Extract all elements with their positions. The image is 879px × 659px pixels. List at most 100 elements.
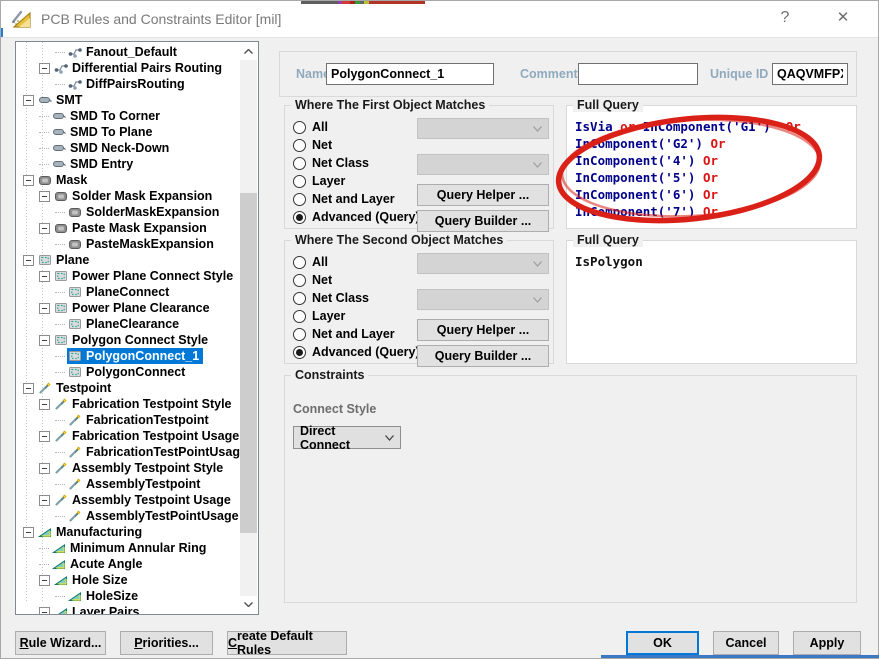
radio-layer[interactable]: Layer <box>293 307 345 325</box>
tree-item-fabrication-testpoint-usage[interactable]: Fabrication Testpoint Usage <box>17 428 240 444</box>
collapse-minus-icon[interactable] <box>23 255 34 266</box>
collapse-minus-icon[interactable] <box>39 223 50 234</box>
tree-item-acute-angle[interactable]: Acute Angle <box>17 556 240 572</box>
collapse-minus-icon[interactable] <box>39 191 50 202</box>
tree-item-fabricationtestpoint[interactable]: FabricationTestpoint <box>17 412 240 428</box>
radio-all[interactable]: All <box>293 253 328 271</box>
close-button[interactable]: ✕ <box>820 1 866 35</box>
radio-circle-icon[interactable] <box>293 139 306 152</box>
tree-item-assembly-testpoint-usage[interactable]: Assembly Testpoint Usage <box>17 492 240 508</box>
collapse-minus-icon[interactable] <box>39 463 50 474</box>
collapse-minus-icon[interactable] <box>23 383 34 394</box>
collapse-minus-icon[interactable] <box>39 431 50 442</box>
connect-style-select[interactable]: Direct Connect <box>293 426 401 449</box>
collapse-minus-icon[interactable] <box>23 175 34 186</box>
scroll-up-icon[interactable] <box>240 43 257 60</box>
tree-item-diffpairsrouting[interactable]: DiffPairsRouting <box>17 76 240 92</box>
radio-net-class[interactable]: Net Class <box>293 154 369 172</box>
tree-item-assembly-testpoint-style[interactable]: Assembly Testpoint Style <box>17 460 240 476</box>
tree-item-power-plane-connect-style[interactable]: Power Plane Connect Style <box>17 268 240 284</box>
tree-item-differential-pairs-routing[interactable]: Differential Pairs Routing <box>17 60 240 76</box>
tree-item-paste-mask-expansion[interactable]: Paste Mask Expansion <box>17 220 240 236</box>
tree-item-fabricationtestpointusage[interactable]: FabricationTestPointUsage <box>17 444 240 460</box>
tree-item-plane[interactable]: Plane <box>17 252 240 268</box>
help-button[interactable]: ? <box>762 1 808 35</box>
radio-circle-icon[interactable] <box>293 292 306 305</box>
tree-item-content: Fabrication Testpoint Style <box>53 396 236 412</box>
radio-circle-icon[interactable] <box>293 157 306 170</box>
collapse-minus-icon[interactable] <box>39 303 50 314</box>
radio-advanced-query-[interactable]: Advanced (Query) <box>293 208 420 226</box>
tree-item-pastemaskexpansion[interactable]: PasteMaskExpansion <box>17 236 240 252</box>
radio-circle-icon[interactable] <box>293 211 306 224</box>
name-input[interactable] <box>326 63 494 85</box>
tree-scrollbar[interactable] <box>240 43 257 613</box>
radio-net-and-layer[interactable]: Net and Layer <box>293 325 395 343</box>
collapse-minus-icon[interactable] <box>39 607 50 615</box>
first-full-query-text[interactable]: IsVia or InComponent('G1') OrInComponent… <box>575 118 852 220</box>
radio-circle-icon[interactable] <box>293 346 306 359</box>
cancel-button[interactable]: Cancel <box>713 631 779 655</box>
create-default-rules-button[interactable]: Create Default Rules <box>227 631 347 655</box>
collapse-minus-icon[interactable] <box>39 335 50 346</box>
tree-item-layer-pairs[interactable]: Layer Pairs <box>17 604 240 614</box>
radio-circle-icon[interactable] <box>293 328 306 341</box>
query-helper-button[interactable]: Query Helper ... <box>417 184 549 206</box>
collapse-minus-icon[interactable] <box>23 527 34 538</box>
unique-id-input[interactable] <box>772 63 848 85</box>
collapse-minus-icon[interactable] <box>39 575 50 586</box>
query-helper-button[interactable]: Query Helper ... <box>417 319 549 341</box>
radio-circle-icon[interactable] <box>293 121 306 134</box>
tree-item-smd-entry[interactable]: SMD Entry <box>17 156 240 172</box>
tree-item-fanout-default[interactable]: Fanout_Default <box>17 44 240 60</box>
tree-item-smd-neck-down[interactable]: SMD Neck-Down <box>17 140 240 156</box>
query-builder-button[interactable]: Query Builder ... <box>417 210 549 232</box>
radio-circle-icon[interactable] <box>293 310 306 323</box>
priorities-button[interactable]: Priorities... <box>120 631 213 655</box>
radio-net[interactable]: Net <box>293 136 332 154</box>
tree-item-power-plane-clearance[interactable]: Power Plane Clearance <box>17 300 240 316</box>
ok-button[interactable]: OK <box>626 631 699 655</box>
tree-item-manufacturing[interactable]: Manufacturing <box>17 524 240 540</box>
radio-circle-icon[interactable] <box>293 256 306 269</box>
radio-advanced-query-[interactable]: Advanced (Query) <box>293 343 420 361</box>
tree-item-mask[interactable]: Mask <box>17 172 240 188</box>
scroll-down-icon[interactable] <box>240 596 257 613</box>
tree-item-assemblytestpoint[interactable]: AssemblyTestpoint <box>17 476 240 492</box>
tree-item-planeclearance[interactable]: PlaneClearance <box>17 316 240 332</box>
radio-circle-icon[interactable] <box>293 274 306 287</box>
tree-item-hole-size[interactable]: Hole Size <box>17 572 240 588</box>
radio-circle-icon[interactable] <box>293 193 306 206</box>
radio-circle-icon[interactable] <box>293 175 306 188</box>
tree-item-smd-to-corner[interactable]: SMD To Corner <box>17 108 240 124</box>
tree-item-smd-to-plane[interactable]: SMD To Plane <box>17 124 240 140</box>
tree-item-planeconnect[interactable]: PlaneConnect <box>17 284 240 300</box>
query-builder-button[interactable]: Query Builder ... <box>417 345 549 367</box>
tree-item-smt[interactable]: SMT <box>17 92 240 108</box>
collapse-minus-icon[interactable] <box>39 495 50 506</box>
tree-item-solder-mask-expansion[interactable]: Solder Mask Expansion <box>17 188 240 204</box>
tree-item-testpoint[interactable]: Testpoint <box>17 380 240 396</box>
collapse-minus-icon[interactable] <box>23 95 34 106</box>
tree-item-polygonconnect-1[interactable]: PolygonConnect_1 <box>17 348 240 364</box>
tree-item-soldermaskexpansion[interactable]: SolderMaskExpansion <box>17 204 240 220</box>
rule-wizard-button[interactable]: Rule Wizard... <box>15 631 106 655</box>
collapse-minus-icon[interactable] <box>39 399 50 410</box>
tree-item-assemblytestpointusage[interactable]: AssemblyTestPointUsage <box>17 508 240 524</box>
comment-input[interactable] <box>578 63 698 85</box>
tree-item-fabrication-testpoint-style[interactable]: Fabrication Testpoint Style <box>17 396 240 412</box>
radio-net[interactable]: Net <box>293 271 332 289</box>
collapse-minus-icon[interactable] <box>39 271 50 282</box>
apply-button[interactable]: Apply <box>793 631 861 655</box>
radio-net-class[interactable]: Net Class <box>293 289 369 307</box>
second-full-query-text[interactable]: IsPolygon <box>575 253 852 270</box>
tree-item-polygonconnect[interactable]: PolygonConnect <box>17 364 240 380</box>
radio-net-and-layer[interactable]: Net and Layer <box>293 190 395 208</box>
radio-all[interactable]: All <box>293 118 328 136</box>
tree-item-polygon-connect-style[interactable]: Polygon Connect Style <box>17 332 240 348</box>
tree-item-minimum-annular-ring[interactable]: Minimum Annular Ring <box>17 540 240 556</box>
scrollbar-thumb[interactable] <box>240 193 257 533</box>
collapse-minus-icon[interactable] <box>39 63 50 74</box>
tree-item-holesize[interactable]: HoleSize <box>17 588 240 604</box>
radio-layer[interactable]: Layer <box>293 172 345 190</box>
